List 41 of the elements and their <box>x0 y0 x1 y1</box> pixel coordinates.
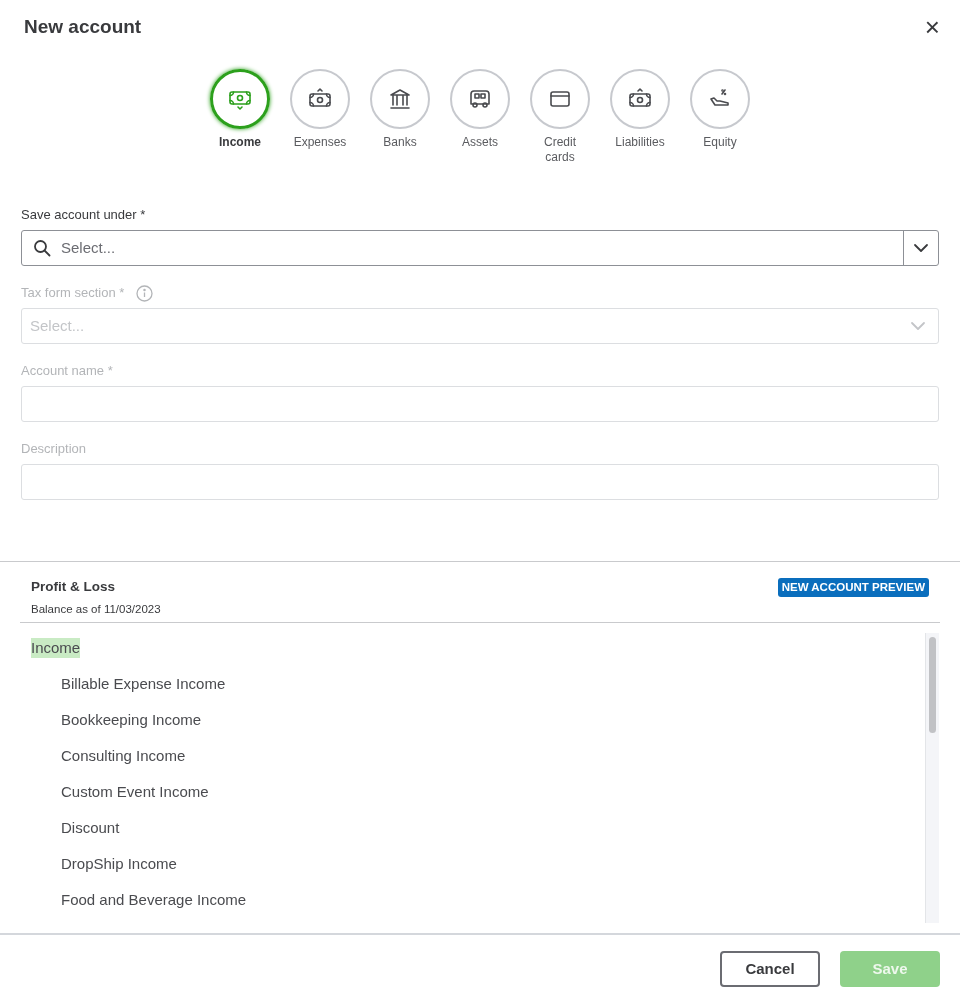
account-type-label: Equity <box>702 135 738 150</box>
bank-icon <box>388 87 412 111</box>
preview-badge: NEW ACCOUNT PREVIEW <box>777 578 929 598</box>
search-select-field[interactable]: Select... <box>21 230 939 266</box>
truck-icon <box>468 87 492 111</box>
account-type-tab[interactable] <box>610 69 670 129</box>
account-type-tab[interactable] <box>210 69 270 129</box>
placeholder-text: Select... <box>30 317 85 334</box>
chevron-down-icon <box>910 321 926 331</box>
account-tree-item[interactable]: Income <box>31 638 81 658</box>
scrollbar[interactable] <box>925 633 939 923</box>
account-type-tab[interactable] <box>450 69 510 129</box>
report-date: Balance as of 11/03/2023 <box>31 602 161 618</box>
account-tree-item[interactable]: Bookkeeping Income <box>61 710 202 730</box>
cancel-button[interactable]: Cancel <box>720 951 820 987</box>
account-type-tab[interactable] <box>290 69 350 129</box>
account-type-label: Income <box>218 135 262 150</box>
account-tree-item[interactable]: Custom Event Income <box>61 782 209 802</box>
account-type-label: Liabilities <box>614 135 666 150</box>
account-type-tab[interactable] <box>530 69 590 129</box>
account-tree-item[interactable]: DropShip Income <box>61 854 177 874</box>
field-label: Description <box>21 440 87 459</box>
account-type-tab[interactable] <box>370 69 430 129</box>
field-label: Save account under * <box>21 206 146 225</box>
account-type-label: Banks <box>382 135 418 150</box>
account-tree-item[interactable]: Billable Expense Income <box>61 674 226 694</box>
dialog-title: New account <box>24 14 142 39</box>
close-button[interactable]: × <box>924 14 940 40</box>
search-icon <box>33 239 51 257</box>
account-tree-item[interactable]: Consulting Income <box>61 746 186 766</box>
field-label: Tax form section * <box>21 284 125 303</box>
account-type-tab[interactable] <box>690 69 750 129</box>
field-label: Account name * <box>21 362 113 381</box>
account-type-label: Credit cards <box>543 135 577 165</box>
placeholder-text: Select... <box>61 239 116 256</box>
report-title: Profit & Loss <box>31 578 116 596</box>
account-type-label: Assets <box>461 135 499 150</box>
account-tree-item[interactable]: Food and Beverage Income <box>61 890 247 910</box>
account-type-label: Expenses <box>292 135 348 150</box>
account-tree-item[interactable]: Discount <box>61 818 120 838</box>
chevron-down-icon <box>913 243 929 253</box>
